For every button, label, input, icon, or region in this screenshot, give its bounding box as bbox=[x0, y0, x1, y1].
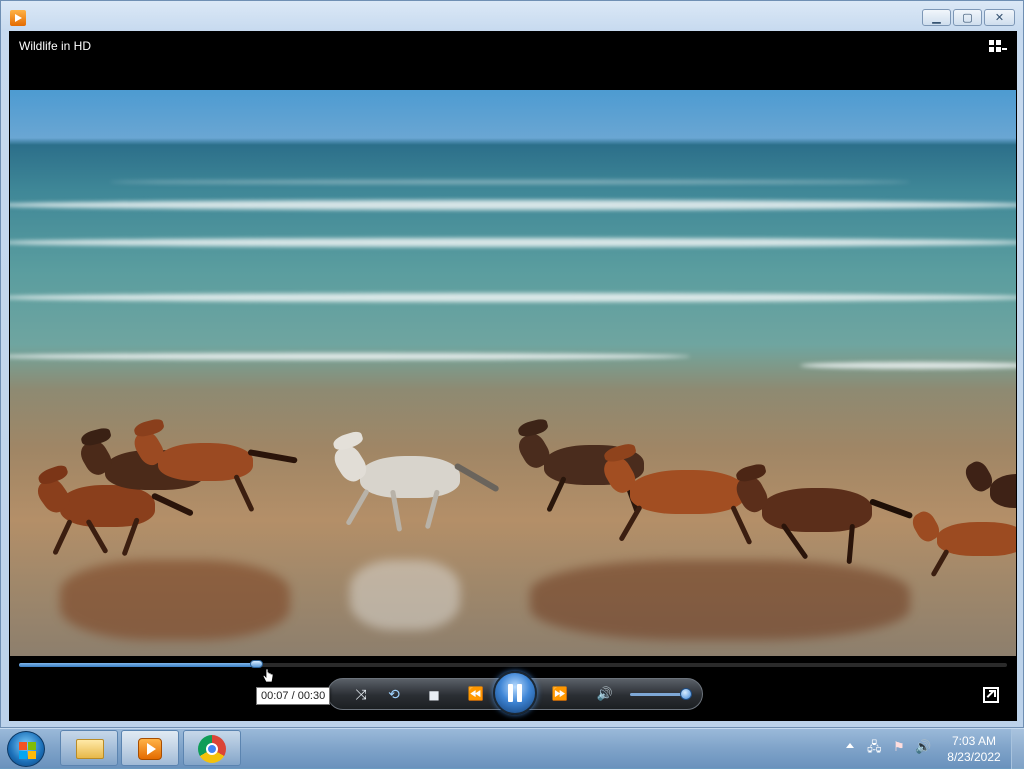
switch-to-library-button[interactable] bbox=[989, 40, 1007, 54]
time-tooltip: 00:07 / 00:30 bbox=[256, 687, 331, 705]
minimize-button[interactable]: ▁ bbox=[922, 9, 951, 26]
taskbar: 🖧 ⚑ 🔊 7:03 AM 8/23/2022 bbox=[0, 728, 1024, 769]
previous-icon: ⏪ bbox=[467, 687, 485, 702]
stop-icon: ■ bbox=[428, 688, 440, 702]
maximize-icon: ▢ bbox=[962, 11, 973, 24]
show-hidden-icons-button[interactable] bbox=[846, 743, 854, 748]
now-playing-area: Wildlife in HD ⤨ ⟲ ■ ⏪ ⏩ 🔊 00:07 / 00:30 bbox=[9, 31, 1017, 721]
show-desktop-button[interactable] bbox=[1011, 729, 1024, 769]
volume-icon: 🔊 bbox=[596, 687, 614, 702]
caption-buttons: ▁ ▢ ✕ bbox=[922, 9, 1015, 26]
next-icon: ⏩ bbox=[551, 687, 569, 702]
close-button[interactable]: ✕ bbox=[984, 9, 1015, 26]
taskbar-explorer[interactable] bbox=[60, 730, 118, 766]
stop-button[interactable]: ■ bbox=[422, 684, 446, 706]
next-button[interactable]: ⏩ bbox=[548, 684, 572, 706]
minimize-icon: ▁ bbox=[932, 11, 941, 24]
action-center-icon[interactable]: ⚑ bbox=[892, 741, 906, 755]
repeat-icon: ⟲ bbox=[388, 687, 400, 703]
taskbar-chrome[interactable] bbox=[183, 730, 241, 766]
taskbar-media-player[interactable] bbox=[121, 730, 179, 766]
windows-logo-icon bbox=[19, 742, 27, 750]
volume-handle[interactable] bbox=[679, 688, 692, 700]
close-icon: ✕ bbox=[994, 11, 1005, 24]
maximize-button[interactable]: ▢ bbox=[953, 9, 982, 26]
previous-button[interactable]: ⏪ bbox=[464, 684, 488, 706]
pause-button[interactable] bbox=[493, 671, 537, 715]
media-player-window: ▁ ▢ ✕ Wildlife in HD ⤨ ⟲ ■ ⏪ ⏩ 🔊 00:07 /… bbox=[0, 0, 1024, 728]
seek-progress bbox=[19, 663, 257, 667]
volume-tray-icon[interactable]: 🔊 bbox=[915, 741, 931, 755]
hand-pointer-icon bbox=[262, 668, 274, 683]
clock-date[interactable]: 8/23/2022 bbox=[940, 750, 1008, 764]
fullscreen-button[interactable] bbox=[983, 687, 999, 703]
mute-button[interactable]: 🔊 bbox=[593, 684, 617, 706]
shuffle-button[interactable]: ⤨ bbox=[349, 684, 373, 706]
seek-bar[interactable] bbox=[19, 660, 1007, 668]
shuffle-icon: ⤨ bbox=[355, 687, 367, 703]
start-button[interactable] bbox=[7, 731, 45, 767]
clock-time[interactable]: 7:03 AM bbox=[940, 734, 1008, 748]
playback-controls: ⤨ ⟲ ■ ⏪ ⏩ 🔊 bbox=[327, 671, 703, 715]
folder-icon bbox=[76, 739, 104, 759]
network-icon[interactable]: 🖧 bbox=[867, 741, 882, 755]
video-frame[interactable] bbox=[10, 90, 1016, 656]
media-title: Wildlife in HD bbox=[19, 39, 92, 53]
media-player-app-icon[interactable] bbox=[10, 10, 26, 26]
seek-handle[interactable] bbox=[250, 660, 264, 668]
repeat-button[interactable]: ⟲ bbox=[382, 684, 406, 706]
pause-icon bbox=[508, 684, 513, 702]
